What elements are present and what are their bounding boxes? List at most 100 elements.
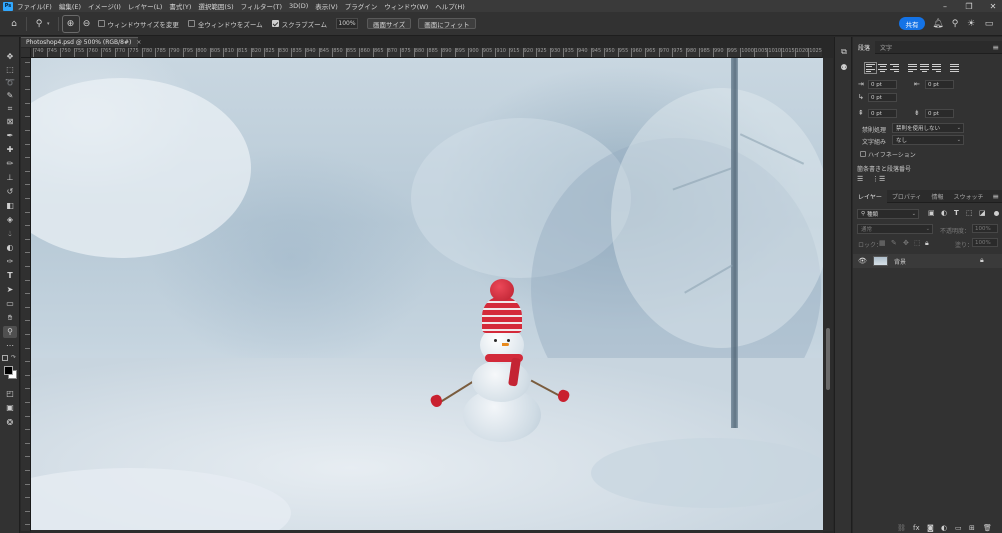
align-center-icon[interactable] — [878, 64, 887, 72]
home-icon[interactable]: ⌂ — [6, 16, 22, 32]
menu-3d[interactable]: 3D(D) — [289, 2, 308, 10]
hyphenation-checkbox[interactable] — [860, 151, 866, 157]
lock-artboard-icon[interactable]: ⬚ — [914, 239, 921, 247]
fill-field[interactable]: 100% — [972, 238, 998, 247]
numbering-icon[interactable]: ⋮☰ — [872, 175, 885, 183]
mojikumi-dropdown[interactable]: なし ⌄ — [892, 135, 964, 145]
path-select-tool-icon[interactable]: ➤ — [3, 284, 17, 296]
delete-layer-icon[interactable]: 🗑︎ — [983, 524, 992, 532]
filter-smart-object-icon[interactable]: ◪ — [979, 209, 986, 217]
tab-paragraph[interactable]: 段落 — [853, 40, 876, 54]
tab-layers[interactable]: レイヤー — [853, 189, 887, 203]
tab-info[interactable]: 情報 — [926, 190, 948, 203]
bell-icon[interactable]: 🔔︎ — [932, 18, 943, 29]
checkbox-box[interactable] — [187, 20, 195, 27]
marquee-tool-icon[interactable]: ⬚ — [3, 64, 17, 76]
layer-row[interactable]: 👁︎ 背景 🔒︎ — [853, 254, 1002, 268]
move-tool-icon[interactable]: ✥ — [3, 51, 17, 63]
fill-screen-button[interactable]: 画面にフィット — [418, 18, 476, 29]
dodge-tool-icon[interactable]: ◐ — [3, 242, 17, 254]
panel-menu-icon[interactable]: ≡ — [992, 192, 999, 201]
justify-last-right-icon[interactable] — [932, 64, 941, 72]
menu-window[interactable]: ウィンドウ(W) — [384, 1, 428, 11]
tab-properties[interactable]: プロパティ — [887, 190, 927, 203]
bullets-icon[interactable]: ☰ — [857, 175, 863, 183]
lock-transparency-icon[interactable]: ▦ — [879, 239, 886, 247]
zoom-tool-icon[interactable]: ⚲ — [3, 326, 17, 338]
checkbox-box[interactable] — [97, 20, 105, 27]
fit-screen-button[interactable]: 画面サイズ — [366, 18, 412, 29]
zoom-all-windows-checkbox[interactable]: 全ウィンドウをズーム — [187, 19, 263, 29]
menu-image[interactable]: イメージ(I) — [88, 1, 121, 11]
brush-tool-icon[interactable]: ✏ — [3, 158, 17, 170]
add-mask-icon[interactable]: ◙ — [927, 524, 934, 532]
justify-last-center-icon[interactable] — [920, 64, 929, 72]
generative-icon[interactable]: ❂ — [3, 417, 17, 429]
menu-edit[interactable]: 編集(E) — [59, 1, 81, 11]
menu-select[interactable]: 選択範囲(S) — [198, 1, 233, 11]
zoom-percent-field[interactable]: 100% — [335, 18, 358, 29]
history-brush-tool-icon[interactable]: ↺ — [3, 186, 17, 198]
resize-windows-checkbox[interactable]: ウィンドウサイズを変更 — [97, 19, 179, 29]
filter-toggle-icon[interactable] — [994, 211, 999, 216]
opacity-field[interactable]: 100% — [972, 224, 998, 233]
filter-type-icon[interactable]: T — [954, 209, 959, 217]
kinsoku-dropdown[interactable]: 禁則を使用しない ⌄ — [892, 123, 964, 133]
visibility-eye-icon[interactable]: 👁︎ — [858, 257, 867, 265]
menu-layer[interactable]: レイヤー(L) — [128, 1, 163, 11]
menu-help[interactable]: ヘルプ(H) — [435, 1, 464, 11]
screen-mode-icon[interactable]: ▣ — [3, 402, 17, 414]
discover-icon[interactable]: ☀ — [966, 18, 976, 29]
more-tools-icon[interactable]: ⋯ — [3, 340, 17, 352]
scrollbar-thumb[interactable] — [826, 328, 830, 390]
type-tool-icon[interactable]: T — [3, 270, 17, 282]
close-icon[interactable]: ✕ — [988, 2, 998, 11]
image-canvas[interactable] — [31, 58, 823, 530]
space-after-field[interactable]: 0 pt — [925, 109, 954, 118]
hand-tool-icon[interactable]: ✋︎ — [3, 312, 17, 324]
chevron-down-icon[interactable]: ▾ — [47, 21, 50, 27]
menu-view[interactable]: 表示(V) — [315, 1, 338, 11]
indent-left-field[interactable]: 0 pt — [868, 80, 897, 89]
menu-plugins[interactable]: プラグイン — [345, 1, 378, 11]
swap-colors-icon[interactable]: ↷ — [11, 354, 16, 361]
lock-position-icon[interactable]: ✥ — [903, 239, 909, 247]
justify-last-left-icon[interactable] — [908, 64, 917, 72]
minimize-icon[interactable]: – — [940, 2, 950, 11]
new-layer-icon[interactable]: ⊞ — [969, 524, 975, 532]
vertical-scrollbar[interactable] — [823, 58, 833, 531]
lock-all-icon[interactable]: 🔒︎ — [925, 239, 929, 248]
scrubby-zoom-checkbox[interactable]: スクラブズーム — [271, 19, 327, 29]
filter-shape-icon[interactable]: ⬚ — [966, 209, 973, 217]
zoom-tool-icon[interactable]: ⚲ — [31, 16, 47, 32]
restore-icon[interactable]: ❐ — [964, 2, 974, 11]
tab-character[interactable]: 文字 — [875, 41, 897, 54]
space-before-field[interactable]: 0 pt — [868, 109, 897, 118]
layer-filter-dropdown[interactable]: ⚲ 種類 ⌄ — [857, 209, 919, 219]
zoom-in-icon[interactable]: ⊕ — [61, 14, 80, 33]
menu-filter[interactable]: フィルター(T) — [241, 1, 282, 11]
crop-tool-icon[interactable]: ⌗ — [3, 103, 17, 115]
search-icon[interactable]: ⚲ — [950, 18, 960, 29]
indent-right-field[interactable]: 0 pt — [925, 80, 954, 89]
eraser-tool-icon[interactable]: ◧ — [3, 200, 17, 212]
rectangle-tool-icon[interactable]: ▭ — [3, 298, 17, 310]
eyedropper-tool-icon[interactable]: ✒ — [3, 130, 17, 142]
filter-pixel-icon[interactable]: ▣ — [928, 209, 935, 217]
lock-pixels-icon[interactable]: ✎ — [891, 239, 897, 247]
tab-close-icon[interactable]: × — [136, 39, 141, 46]
checkbox-box-checked[interactable] — [271, 20, 279, 27]
healing-brush-tool-icon[interactable]: ✚ — [3, 144, 17, 156]
menu-file[interactable]: ファイル(F) — [17, 1, 52, 11]
document-tab[interactable]: Photoshop4.psd @ 500% (RGB/8#) × — [21, 37, 141, 47]
default-colors-icon[interactable] — [2, 355, 8, 361]
quick-mask-icon[interactable]: ◰ — [3, 388, 17, 400]
filter-adjustment-icon[interactable]: ◐ — [941, 209, 947, 217]
zoom-out-icon[interactable]: ⊖ — [79, 16, 95, 32]
menu-type[interactable]: 書式(Y) — [169, 1, 191, 11]
link-layers-icon[interactable]: ⛓ — [897, 524, 906, 532]
justify-all-icon[interactable] — [950, 64, 959, 72]
foreground-color-swatch[interactable] — [4, 366, 13, 375]
lasso-tool-icon[interactable]: ➰ — [3, 77, 17, 89]
frame-tool-icon[interactable]: ⊠ — [3, 116, 17, 128]
